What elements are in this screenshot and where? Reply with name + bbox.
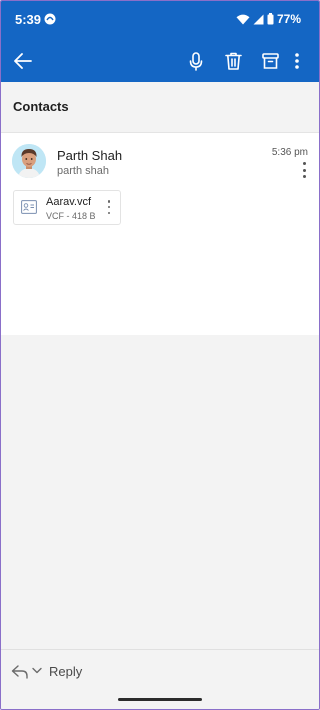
archive-button[interactable] (259, 50, 281, 72)
more-dot (302, 168, 306, 172)
email-subject: Contacts (13, 99, 69, 114)
more-vertical-icon (295, 53, 299, 69)
dictate-button[interactable] (185, 50, 207, 72)
avatar[interactable] (12, 144, 46, 178)
more-options-button[interactable] (292, 50, 302, 72)
email-screen: 5:39 77% Contacts Parth Shah parth shah … (0, 0, 320, 710)
more-dot (107, 205, 111, 209)
signal-icon (253, 14, 264, 24)
more-dot (107, 200, 111, 203)
back-button[interactable] (12, 50, 34, 72)
subject-bar: Contacts (1, 82, 319, 133)
status-indicators: 77% (236, 12, 301, 26)
microphone-icon (189, 51, 203, 71)
attachment-card[interactable]: Aarav.vcf VCF - 418 B (13, 190, 121, 225)
battery-icon (267, 13, 274, 25)
message-more-button[interactable] (300, 161, 308, 179)
sender-name[interactable]: Parth Shah (57, 148, 122, 163)
app-notification-icon (44, 13, 56, 25)
trash-icon (224, 52, 242, 70)
arrow-left-icon (14, 53, 32, 69)
attachment-meta: VCF - 418 B (46, 211, 96, 221)
chevron-down-icon[interactable] (32, 667, 42, 675)
message-card: Parth Shah parth shah 5:36 pm Aarav.vcf … (1, 133, 319, 335)
status-time: 5:39 (15, 12, 42, 27)
more-dot (302, 162, 306, 165)
archive-icon (261, 53, 279, 69)
wifi-icon (236, 14, 250, 24)
message-time: 5:36 pm (271, 147, 308, 158)
more-dot (107, 211, 111, 214)
battery-percent: 77% (276, 12, 301, 26)
toolbar (1, 39, 319, 82)
delete-button[interactable] (222, 50, 244, 72)
attachment-more-button[interactable] (106, 200, 112, 214)
reply-button[interactable]: Reply (49, 664, 82, 679)
home-indicator (118, 698, 202, 701)
attachment-name: Aarav.vcf (46, 196, 92, 208)
sender-email: parth shah (57, 165, 109, 177)
status-bar: 5:39 77% (1, 1, 319, 39)
avatar-memoji-icon (12, 144, 46, 178)
more-dot (302, 175, 306, 178)
contact-card-icon (21, 200, 37, 214)
reply-icon[interactable] (11, 664, 29, 680)
